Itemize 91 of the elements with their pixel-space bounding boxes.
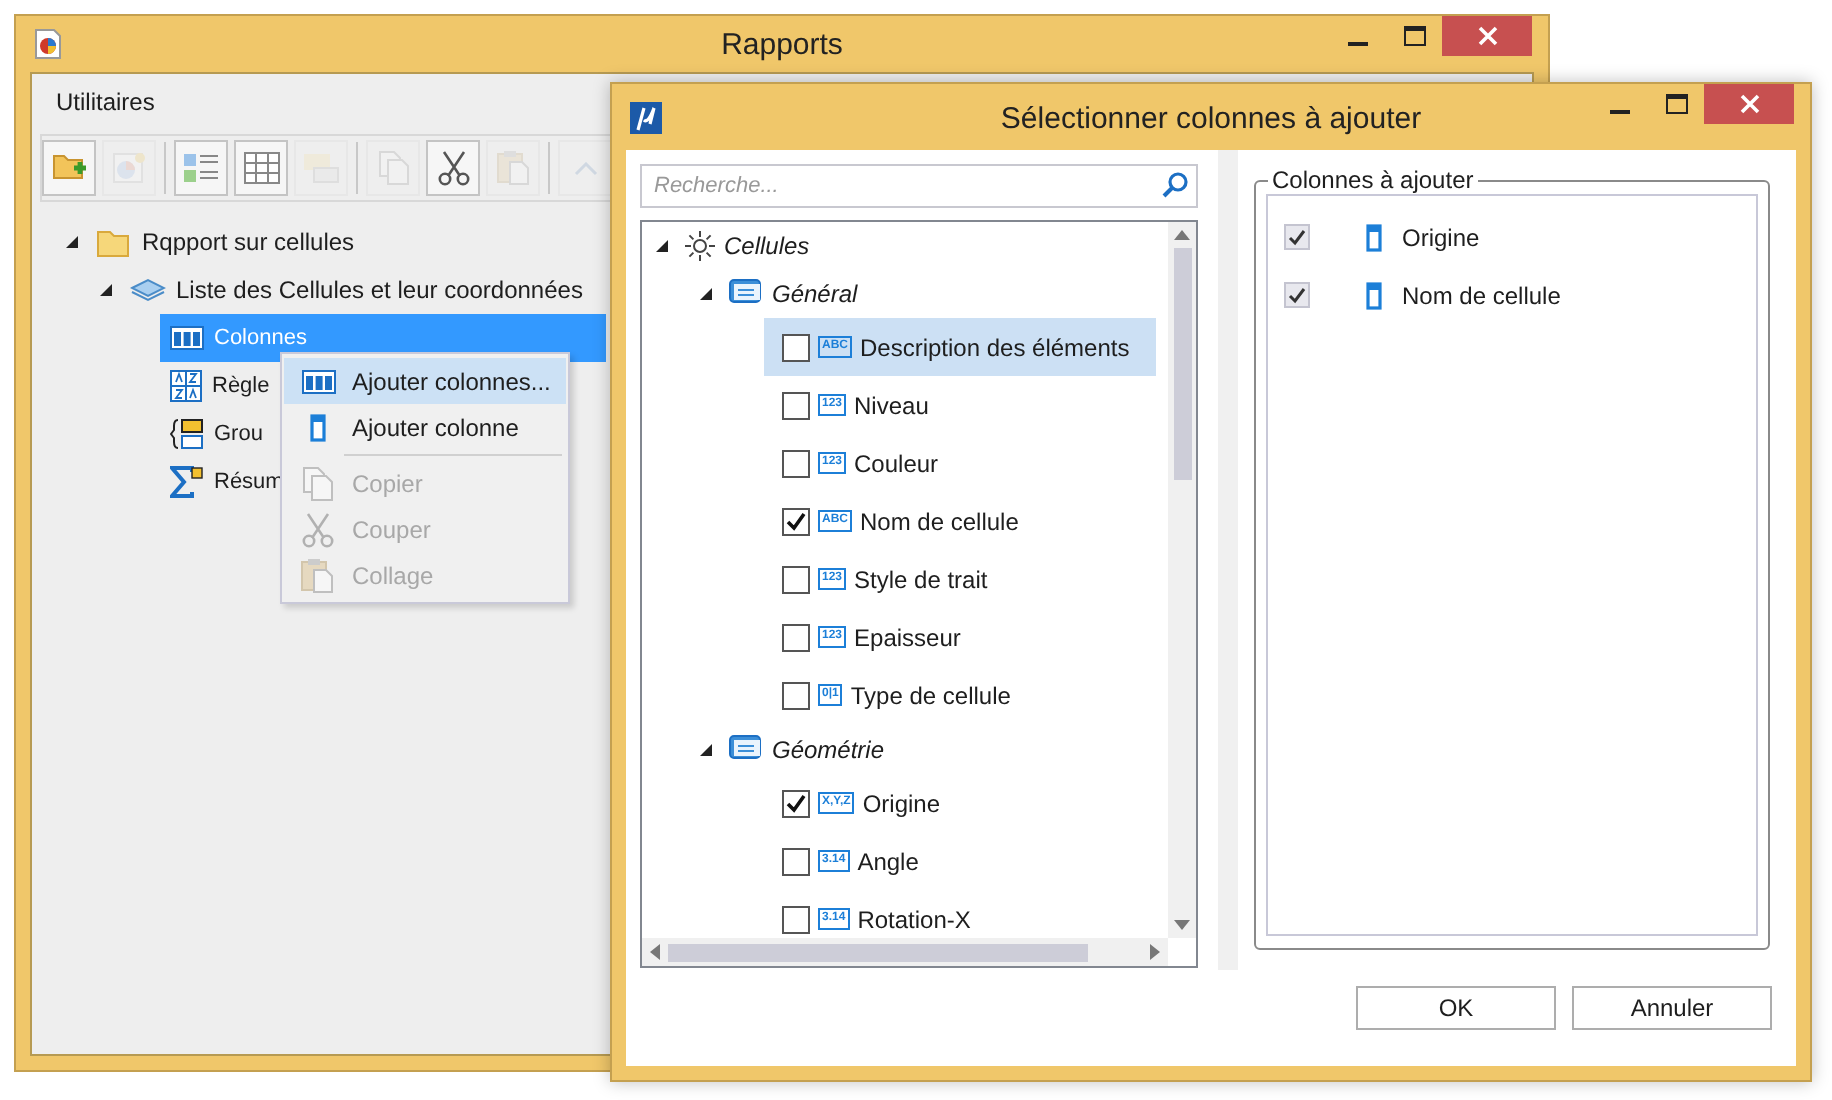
pie-chart-icon [109, 150, 149, 186]
scroll-right-icon [1150, 944, 1160, 960]
app-icon [34, 28, 62, 60]
checkbox[interactable] [782, 333, 810, 361]
checkbox[interactable] [782, 847, 810, 875]
toolbar-button[interactable] [42, 140, 96, 196]
tree-item[interactable]: Cellules [724, 232, 810, 260]
column-name: Origine [1402, 223, 1480, 251]
column-name: Nom de cellule [1402, 281, 1561, 309]
field-label: Epaisseur [854, 623, 961, 651]
sun-icon [684, 230, 716, 262]
category-icon [728, 734, 764, 764]
field-label: Description des éléments [860, 333, 1130, 361]
field-label: Origine [862, 789, 941, 817]
columns-icon [301, 369, 335, 393]
expander-icon[interactable] [698, 741, 714, 757]
window-title: Rapports [721, 28, 843, 62]
scroll-down-icon [1174, 920, 1190, 930]
close-button[interactable] [1442, 16, 1532, 56]
sum-icon [170, 466, 204, 498]
field-label: Type de cellule [850, 681, 1011, 709]
toolbar-button[interactable] [174, 140, 228, 196]
group-icon [170, 418, 204, 450]
checkbox[interactable] [782, 681, 810, 709]
dialog-button[interactable]: Annuler [1572, 986, 1772, 1030]
maximize-icon [1403, 26, 1425, 46]
columns-icon [170, 326, 204, 350]
horizontal-scrollbar[interactable] [642, 938, 1168, 966]
field-label: Nom de cellule [860, 507, 1019, 535]
expander-icon[interactable] [654, 238, 670, 254]
field-label: Style de trait [854, 565, 988, 593]
tree-item[interactable]: Grou [214, 422, 263, 446]
checkbox[interactable] [782, 623, 810, 651]
expander-icon[interactable] [98, 282, 114, 298]
folder-icon [96, 227, 132, 257]
scissors-icon [435, 150, 471, 186]
maximize-icon [1665, 94, 1687, 114]
column-icon [310, 413, 326, 441]
field-label: Couleur [854, 449, 939, 477]
close-icon [1477, 26, 1497, 46]
tree-item[interactable]: Liste des Cellules et leur coordonnées [176, 276, 583, 304]
checkbox[interactable] [782, 905, 810, 933]
checkbox[interactable] [782, 565, 810, 593]
field-label: Niveau [854, 391, 929, 419]
checkbox[interactable] [782, 449, 810, 477]
minimize-icon [1348, 42, 1368, 46]
checkbox[interactable] [1284, 282, 1310, 308]
toolbar-button[interactable] [426, 140, 480, 196]
checkbox[interactable] [1284, 224, 1310, 250]
group-title: Colonnes à ajouter [1270, 166, 1476, 194]
copy-icon [375, 150, 411, 186]
checkbox[interactable] [782, 507, 810, 535]
checkbox[interactable] [782, 391, 810, 419]
close-button[interactable] [1704, 84, 1794, 124]
list-icon [181, 150, 221, 186]
folder-add-icon [51, 152, 87, 184]
search-field[interactable]: Recherche... [640, 164, 1198, 208]
field-label: Angle [857, 847, 919, 875]
tree-item[interactable]: Rqpport sur cellules [142, 228, 355, 256]
column-icon [1366, 223, 1382, 251]
app-icon [630, 101, 662, 133]
clipboard-icon [300, 557, 336, 593]
tree-item[interactable]: Général [772, 279, 858, 307]
clipboard-icon [495, 150, 531, 186]
minimize-icon [1610, 110, 1630, 114]
scroll-left-icon [650, 944, 660, 960]
scroll-up-icon [1174, 230, 1190, 240]
column-icon [1366, 281, 1382, 309]
category-icon [728, 278, 764, 308]
sort-icon [170, 370, 202, 402]
tree-item[interactable]: Règle [212, 374, 270, 398]
field-label: Rotation-X [857, 905, 971, 933]
toolbar-button[interactable] [234, 140, 288, 196]
dialog-button[interactable]: OK [1356, 986, 1556, 1030]
menu-item[interactable]: Ajouter colonne [284, 404, 566, 450]
menu-item[interactable]: Ajouter colonnes... [284, 358, 566, 404]
window-title: Sélectionner colonnes à ajouter [1000, 102, 1422, 136]
scissors-icon [300, 511, 336, 547]
tree-item[interactable]: Géométrie [772, 735, 885, 763]
grid-icon [241, 150, 281, 186]
layer-icon [130, 276, 166, 304]
vertical-scrollbar[interactable] [1168, 222, 1196, 938]
close-icon [1739, 94, 1759, 114]
scrollbar-thumb[interactable] [668, 943, 1088, 961]
expander-icon[interactable] [698, 285, 714, 301]
search-icon [1162, 172, 1188, 198]
expander-icon[interactable] [64, 234, 80, 250]
scrollbar-thumb[interactable] [1173, 248, 1191, 480]
menu-item[interactable]: Utilitaires [56, 88, 155, 116]
checkbox[interactable] [782, 789, 810, 817]
copy-icon [300, 465, 336, 501]
